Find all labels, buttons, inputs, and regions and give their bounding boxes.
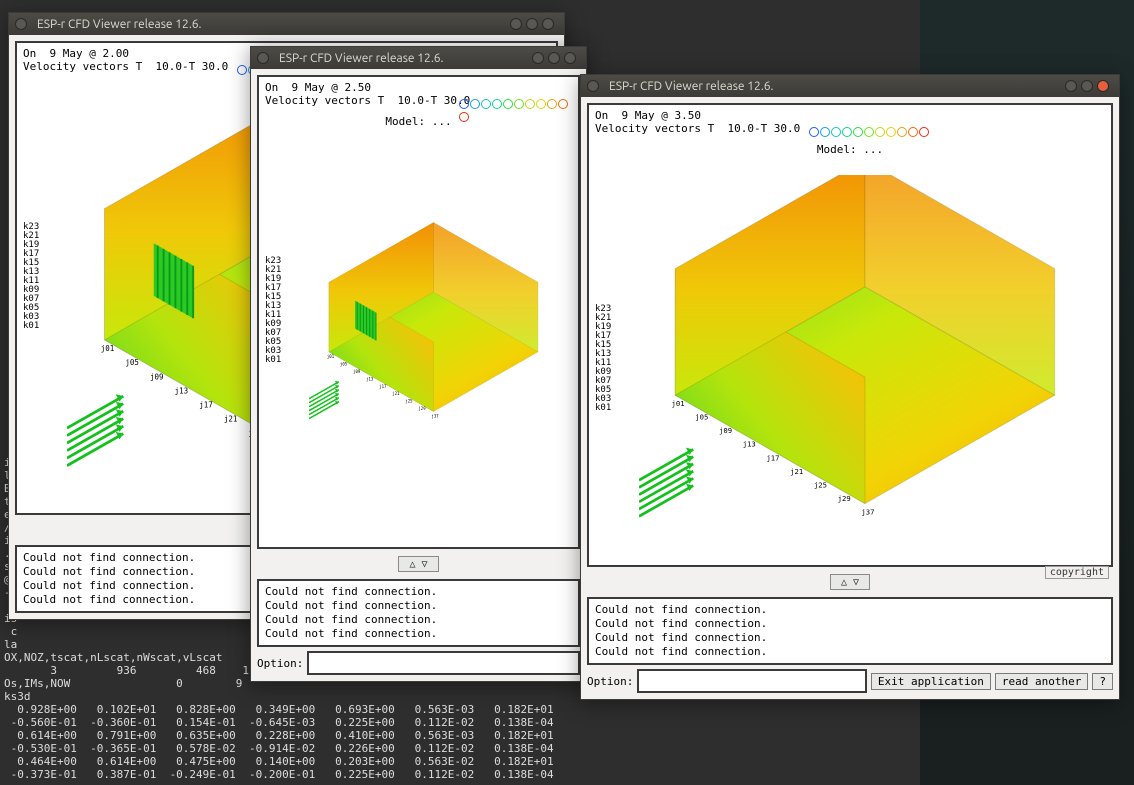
svg-text:j17: j17	[199, 400, 213, 409]
svg-text:j37: j37	[432, 414, 440, 419]
copyright-label: copyright	[1045, 566, 1109, 579]
svg-text:j25: j25	[814, 480, 827, 489]
window-body: On 9 May @ 2.50 Velocity vectors T 10.0-…	[251, 69, 586, 681]
svg-text:j17: j17	[766, 453, 779, 462]
svg-text:j21: j21	[790, 467, 803, 476]
message-area: Could not find connection. Could not fin…	[587, 597, 1113, 665]
timestamp-label: On 9 May @ 2.00 Velocity vectors T 10.0-…	[23, 47, 228, 73]
cfd-canvas: On 9 May @ 2.50 Velocity vectors T 10.0-…	[257, 75, 580, 549]
svg-text:j01: j01	[101, 344, 115, 353]
radio-icon	[257, 52, 269, 64]
cfd-canvas: On 9 May @ 3.50 Velocity vectors T 10.0-…	[587, 103, 1113, 567]
k-axis-labels: k23k21k19k17k15k13k11k09k07k05k03k01	[23, 223, 39, 331]
maximize-icon[interactable]	[548, 52, 560, 64]
nav-button[interactable]: △ ▽	[830, 574, 870, 590]
maximize-icon[interactable]	[1081, 80, 1093, 92]
svg-text:j13: j13	[175, 386, 189, 395]
svg-text:j29: j29	[838, 494, 851, 503]
read-another-button[interactable]: read another	[995, 673, 1088, 690]
temperature-legend	[459, 99, 578, 125]
svg-text:j17: j17	[379, 384, 387, 389]
temperature-legend	[809, 127, 930, 140]
timestamp-label: On 9 May @ 3.50 Velocity vectors T 10.0-…	[595, 109, 800, 135]
svg-text:j29: j29	[418, 406, 426, 411]
model-label: Model: ...	[817, 143, 883, 156]
titlebar-3[interactable]: ESP-r CFD Viewer release 12.6.	[581, 75, 1119, 97]
radio-icon	[15, 18, 27, 30]
help-button[interactable]: ?	[1092, 673, 1113, 690]
exit-application-button[interactable]: Exit application	[871, 673, 991, 690]
option-field[interactable]	[307, 651, 580, 675]
option-label: Option:	[257, 657, 303, 670]
svg-text:j09: j09	[719, 426, 732, 435]
option-label: Option:	[587, 675, 633, 688]
option-bar: Option:	[257, 651, 580, 675]
radio-icon	[587, 80, 599, 92]
close-icon[interactable]	[564, 52, 576, 64]
maximize-icon[interactable]	[526, 18, 538, 30]
svg-text:j01: j01	[672, 399, 685, 408]
k-axis-labels: k23k21k19k17k15k13k11k09k07k05k03k01	[595, 305, 611, 413]
timestamp-label: On 9 May @ 2.50 Velocity vectors T 10.0-…	[265, 81, 470, 107]
option-bar: Option: Exit application read another ?	[587, 669, 1113, 693]
titlebar-1[interactable]: ESP-r CFD Viewer release 12.6.	[9, 13, 564, 35]
svg-text:j09: j09	[353, 369, 361, 374]
k-axis-labels: k23k21k19k17k15k13k11k09k07k05k03k01	[265, 257, 281, 365]
window-title: ESP-r CFD Viewer release 12.6.	[279, 52, 444, 65]
message-area: Could not find connection. Could not fin…	[257, 579, 580, 647]
svg-text:j05: j05	[125, 358, 139, 367]
svg-text:j01: j01	[327, 354, 335, 359]
nav-button[interactable]: △ ▽	[398, 556, 438, 572]
close-icon[interactable]	[1097, 80, 1109, 92]
svg-text:j25: j25	[405, 399, 413, 404]
model-label: Model: ...	[385, 115, 451, 128]
svg-text:j05: j05	[695, 413, 708, 422]
window-title: ESP-r CFD Viewer release 12.6.	[37, 18, 202, 31]
cfd-window-3[interactable]: ESP-r CFD Viewer release 12.6. On 9 May …	[580, 74, 1120, 700]
svg-text:j37: j37	[861, 508, 874, 517]
minimize-icon[interactable]	[1065, 80, 1077, 92]
svg-text:j05: j05	[340, 361, 348, 366]
svg-text:j13: j13	[743, 440, 756, 449]
minimize-icon[interactable]	[510, 18, 522, 30]
close-icon[interactable]	[542, 18, 554, 30]
window-body: On 9 May @ 3.50 Velocity vectors T 10.0-…	[581, 97, 1119, 699]
svg-text:j21: j21	[392, 391, 400, 396]
option-field[interactable]	[637, 669, 867, 693]
window-title: ESP-r CFD Viewer release 12.6.	[609, 80, 774, 93]
svg-text:j13: j13	[366, 376, 374, 381]
titlebar-2[interactable]: ESP-r CFD Viewer release 12.6.	[251, 47, 586, 69]
svg-text:j21: j21	[224, 415, 238, 424]
minimize-icon[interactable]	[532, 52, 544, 64]
svg-text:j09: j09	[150, 372, 164, 381]
cfd-window-2[interactable]: ESP-r CFD Viewer release 12.6. On 9 May …	[250, 46, 587, 682]
